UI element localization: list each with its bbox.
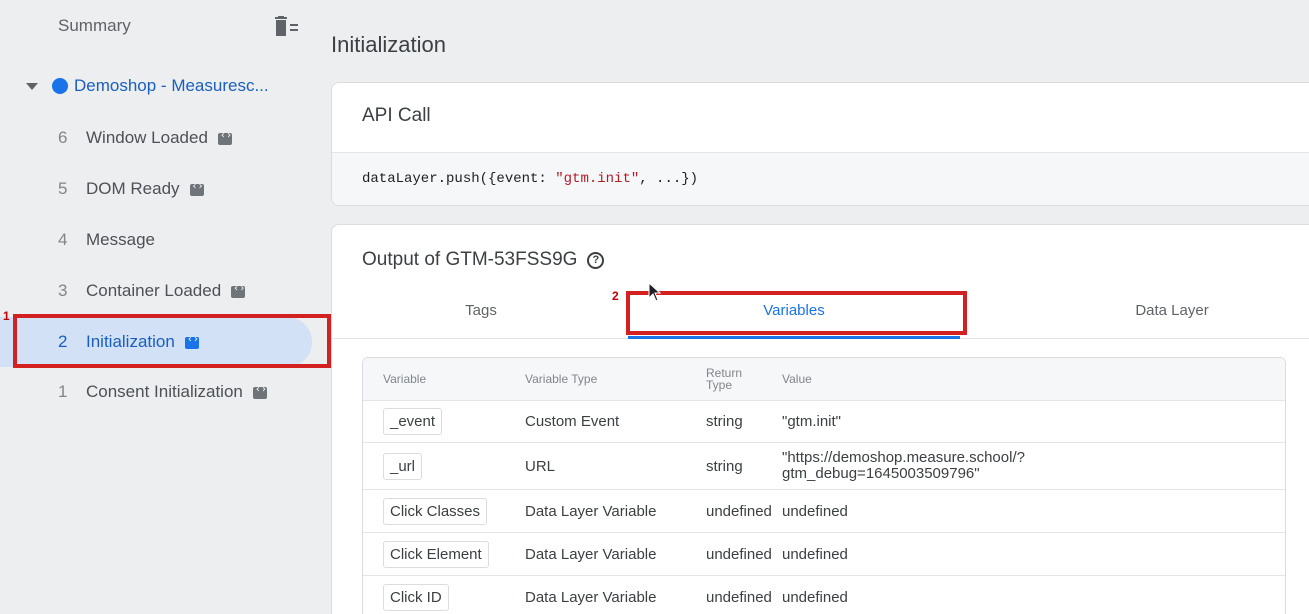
output-heading: Output of GTM-53FSS9G ? (362, 249, 605, 271)
variable-value: "gtm.init" (782, 413, 841, 430)
variable-chip[interactable]: Click ID (383, 583, 449, 611)
header-return-type: Return Type (706, 366, 743, 392)
help-icon[interactable]: ? (587, 251, 605, 269)
sidebar: Summary Demoshop - Measuresc... 6 Window… (0, 0, 316, 614)
variable-value: undefined (782, 545, 848, 563)
return-type: string (706, 457, 743, 475)
event-number: 3 (58, 281, 68, 300)
event-label: Window Loaded (86, 128, 208, 147)
event-number: 1 (58, 382, 68, 401)
event-number: 5 (58, 179, 68, 198)
variable-type: Data Layer Variable (525, 588, 657, 606)
variables-table: Variable Variable Type Return Type Value … (362, 357, 1286, 614)
event-window-loaded[interactable]: 6 Window Loaded (0, 113, 312, 163)
event-label: DOM Ready (86, 179, 180, 198)
code-badge-icon (189, 181, 204, 196)
return-type: undefined (706, 545, 772, 563)
mouse-cursor-icon (648, 282, 662, 302)
container-label: Demoshop - Measuresc... (74, 76, 269, 95)
header-value: Value (782, 372, 812, 386)
code-prefix: dataLayer.push({event: (362, 171, 556, 187)
output-card: Output of GTM-53FSS9G ? Tags Variables D… (331, 224, 1309, 614)
event-consent-initialization[interactable]: 1 Consent Initialization (0, 367, 312, 417)
code-badge-icon (217, 130, 232, 145)
variable-chip[interactable]: Click Classes (383, 497, 488, 525)
header-variable-type: Variable Type (525, 372, 598, 386)
caret-down-icon[interactable] (26, 82, 38, 90)
header-variable: Variable (383, 372, 427, 386)
variable-value: undefined (782, 502, 848, 520)
event-label: Message (86, 230, 155, 249)
event-number: 6 (58, 128, 68, 147)
return-type: string (706, 413, 743, 430)
return-type: undefined (706, 502, 772, 520)
table-header: Variable Variable Type Return Type Value (363, 358, 1285, 400)
event-number: 4 (58, 230, 68, 249)
return-type: undefined (706, 588, 772, 606)
container-item[interactable]: Demoshop - Measuresc... (26, 76, 269, 96)
code-suffix: , ...}) (639, 171, 699, 187)
event-dom-ready[interactable]: 5 DOM Ready (0, 164, 312, 214)
table-row: Click ID Data Layer Variable undefined u… (363, 575, 1285, 614)
tab-tags[interactable]: Tags (332, 295, 630, 339)
variable-chip[interactable]: _event (383, 408, 443, 435)
code-badge-icon (231, 283, 245, 298)
annotation-marker-2: 2 (612, 289, 619, 303)
variable-type: Data Layer Variable (525, 545, 657, 563)
event-label: Container Loaded (86, 281, 222, 300)
table-row: _url URL string "https://demoshop.measur… (363, 442, 1285, 489)
variable-type: Custom Event (525, 413, 620, 430)
output-heading-text: Output of GTM-53FSS9G (362, 249, 578, 270)
annotation-marker-1: 1 (3, 309, 10, 323)
variable-value: "https://demoshop.measure.school/? gtm_de… (782, 449, 1025, 482)
summary-link[interactable]: Summary (58, 16, 131, 36)
table-row: Click Element Data Layer Variable undefi… (363, 532, 1285, 575)
table-row: Click Classes Data Layer Variable undefi… (363, 489, 1285, 532)
api-call-card: API Call dataLayer.push({event: "gtm.ini… (331, 82, 1309, 206)
tab-data-layer[interactable]: Data Layer (992, 295, 1309, 339)
event-message[interactable]: 4 Message (0, 215, 312, 265)
api-call-heading: API Call (332, 83, 1309, 153)
annotation-box-2 (626, 291, 967, 335)
clear-messages-icon[interactable] (274, 16, 300, 38)
event-label: Consent Initialization (86, 382, 243, 401)
api-call-code: dataLayer.push({event: "gtm.init", ...}) (332, 153, 1309, 205)
event-container-loaded[interactable]: 3 Container Loaded (0, 266, 312, 316)
variable-value: undefined (782, 588, 848, 606)
variable-type: Data Layer Variable (525, 502, 657, 520)
variable-chip[interactable]: Click Element (383, 540, 489, 568)
annotation-box-1 (13, 314, 331, 368)
variable-chip[interactable]: _url (383, 452, 423, 480)
code-string: "gtm.init" (555, 171, 640, 187)
page-title: Initialization (331, 32, 446, 57)
variable-type: URL (525, 457, 556, 475)
code-badge-icon (252, 384, 267, 399)
table-row: _event Custom Event string "gtm.init" (363, 400, 1285, 442)
container-status-dot (52, 78, 68, 94)
